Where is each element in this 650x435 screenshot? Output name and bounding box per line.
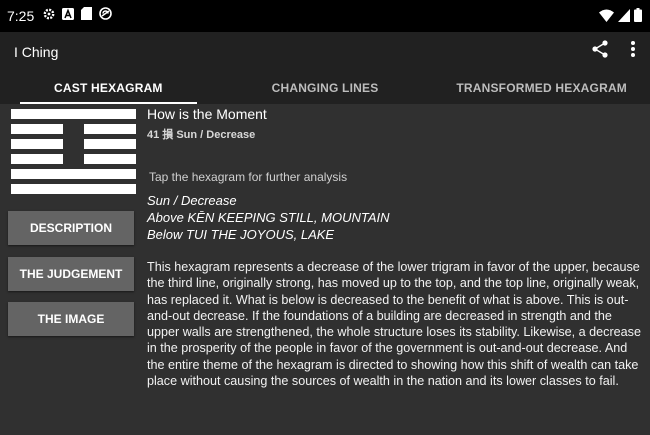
battery-icon [634, 8, 642, 27]
tab-cast-hexagram[interactable]: CAST HEXAGRAM [0, 72, 217, 104]
sd-card-icon [81, 7, 93, 25]
trigram-above: Above KĒN KEEPING STILL, MOUNTAIN [147, 210, 390, 225]
hexagram-detail: How is the Moment 41 損 Sun / Decrease Ta… [147, 104, 644, 389]
moment-title: How is the Moment [147, 106, 267, 122]
signal-icon [618, 8, 630, 27]
sync-icon [99, 7, 113, 25]
trigram-info: Sun / Decrease Above KĒN KEEPING STILL, … [147, 192, 644, 243]
trigram-name: Sun / Decrease [147, 193, 237, 208]
hexagram-line-solid [11, 169, 136, 179]
a-notification-icon [62, 7, 75, 25]
hexagram-figure[interactable] [11, 109, 136, 199]
share-icon[interactable] [592, 40, 608, 63]
tab-bar: CAST HEXAGRAM CHANGING LINES TRANSFORMED… [0, 72, 650, 104]
hexagram-line-broken [11, 124, 136, 134]
hexagram-line-solid [11, 109, 136, 119]
hexagram-description: This hexagram represents a decrease of t… [147, 260, 641, 389]
trigram-below: Below TUI THE JOYOUS, LAKE [147, 227, 335, 242]
hexagram-subtitle: 41 損 Sun / Decrease [147, 129, 256, 141]
tap-hint: Tap the hexagram for further analysis [149, 170, 348, 184]
hexagram-line-broken [11, 139, 136, 149]
status-icons-left [43, 7, 113, 25]
hexagram-line-solid [11, 184, 136, 194]
hexagram-line-broken [11, 154, 136, 164]
wifi-icon [599, 9, 614, 27]
image-button[interactable]: THE IMAGE [8, 302, 134, 336]
app-title: I Ching [14, 44, 59, 60]
tab-changing-lines[interactable]: CHANGING LINES [217, 72, 434, 104]
description-button[interactable]: DESCRIPTION [8, 211, 134, 245]
more-vert-icon[interactable] [630, 40, 636, 63]
tab-transformed-hexagram[interactable]: TRANSFORMED HEXAGRAM [433, 72, 650, 104]
app-bar-actions [592, 40, 636, 63]
app-bar: I Ching [0, 32, 650, 72]
judgement-button[interactable]: THE JUDGEMENT [8, 257, 134, 291]
status-icons-right [599, 8, 642, 27]
settings-icon [43, 7, 55, 25]
status-time: 7:25 [7, 8, 35, 24]
status-bar: 7:25 [0, 0, 650, 32]
